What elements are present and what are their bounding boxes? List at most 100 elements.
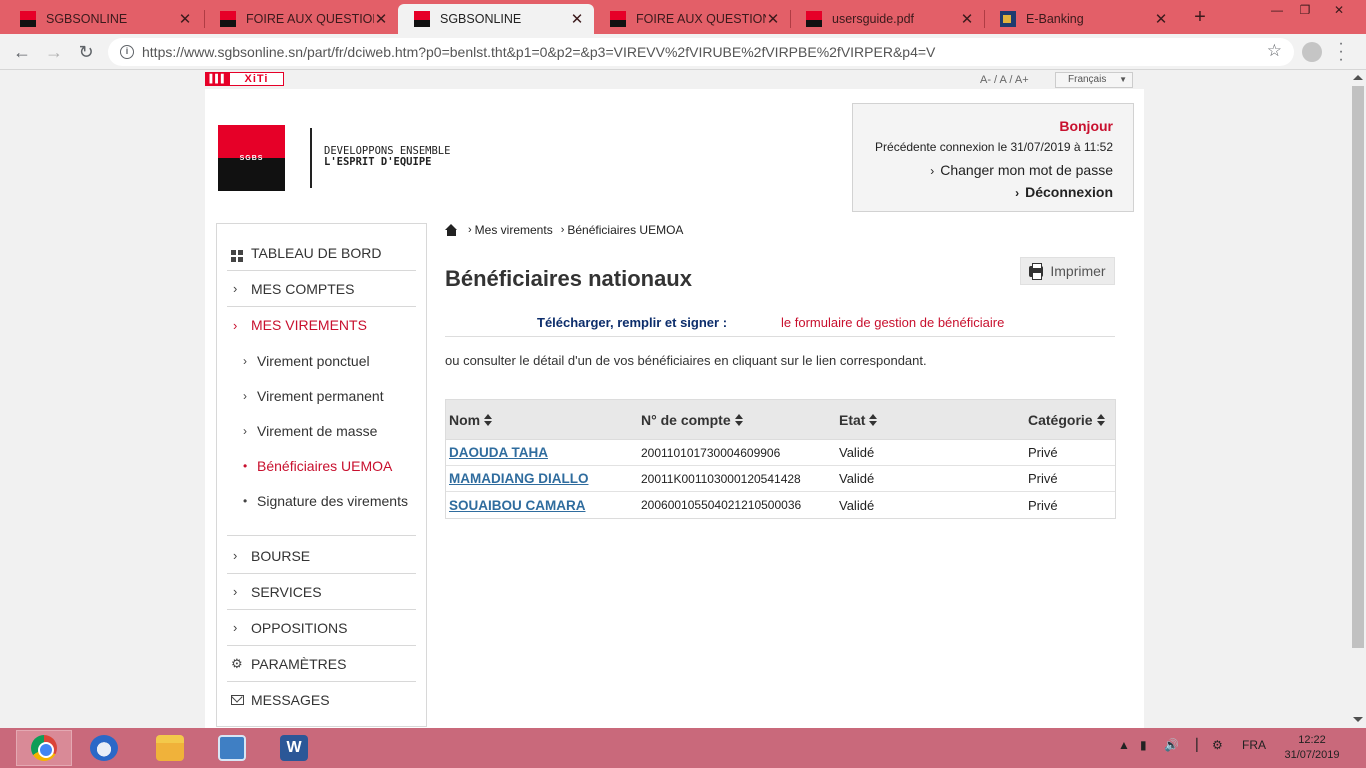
browser-tab[interactable]: FOIRE AUX QUESTIONS ✕ <box>204 4 398 34</box>
tab-title: FOIRE AUX QUESTIONS <box>246 12 374 26</box>
print-button[interactable]: Imprimer <box>1020 257 1115 285</box>
scrollbar-thumb[interactable] <box>1352 86 1364 648</box>
browser-tab[interactable]: usersguide.pdf ✕ <box>790 4 984 34</box>
sidebar-subitem-permanent-transfer[interactable]: › Virement permanent <box>243 378 413 413</box>
print-label: Imprimer <box>1050 263 1106 279</box>
sidebar-item-accounts[interactable]: › MES COMPTES <box>227 271 416 307</box>
new-tab-button[interactable]: + <box>1188 6 1212 28</box>
beneficiary-form-link[interactable]: le formulaire de gestion de bénéficiaire <box>781 315 1004 330</box>
signal-icon[interactable]: ▕ <box>1188 738 1197 752</box>
chevron-right-icon: › <box>468 224 472 236</box>
chevron-right-icon: › <box>233 281 238 296</box>
profile-avatar-icon[interactable] <box>1302 42 1322 62</box>
sidebar-subitem-label: Signature des virements <box>257 492 408 509</box>
close-tab-icon[interactable]: ✕ <box>1154 10 1168 28</box>
home-icon[interactable] <box>445 224 458 236</box>
bookmark-star-icon[interactable]: ☆ <box>1267 41 1282 61</box>
forward-arrow-icon[interactable]: → <box>42 40 66 64</box>
sort-icon <box>484 413 493 426</box>
sidebar-item-dashboard[interactable]: TABLEAU DE BORD <box>227 235 416 271</box>
sidebar-item-label: MESSAGES <box>251 692 330 708</box>
close-tab-icon[interactable]: ✕ <box>960 10 974 28</box>
bullet-icon: • <box>243 458 248 473</box>
breadcrumb-item[interactable]: Mes virements <box>475 223 553 237</box>
window-close-icon[interactable]: ✕ <box>1324 0 1354 20</box>
reload-icon[interactable]: ↻ <box>74 40 98 64</box>
back-arrow-icon[interactable]: ← <box>10 40 34 64</box>
battery-icon[interactable]: ▮ <box>1140 738 1147 752</box>
restore-icon[interactable]: ❐ <box>1290 0 1320 20</box>
tab-title: SGBSONLINE <box>440 12 522 26</box>
column-header-category[interactable]: Catégorie <box>1025 412 1115 428</box>
browser-tab[interactable]: E-Banking ✕ <box>984 4 1178 34</box>
bar-chart-icon: ▌▌▌ <box>206 73 230 85</box>
page-scrollbar[interactable] <box>1350 70 1366 728</box>
site-info-icon[interactable]: i <box>120 45 134 59</box>
sidebar-item-stock[interactable]: › BOURSE <box>227 538 416 574</box>
volume-icon[interactable]: 🔊 <box>1164 738 1179 752</box>
show-hidden-icons-icon[interactable]: ▲ <box>1118 738 1130 752</box>
welcome-box: Bonjour Précédente connexion le 31/07/20… <box>852 103 1134 212</box>
sidebar-item-oppositions[interactable]: › OPPOSITIONS <box>227 610 416 646</box>
sidebar-subitem-bulk-transfer[interactable]: › Virement de masse <box>243 413 413 448</box>
xiti-badge[interactable]: ▌▌▌ XiTi <box>205 72 284 86</box>
minimize-icon[interactable]: — <box>1262 0 1292 20</box>
intro-text: ou consulter le détail d'un de vos bénéf… <box>445 353 927 368</box>
breadcrumb-item[interactable]: Bénéficiaires UEMOA <box>567 223 683 237</box>
scroll-down-icon[interactable] <box>1353 717 1363 722</box>
chevron-right-icon: › <box>233 584 238 599</box>
close-tab-icon[interactable]: ✕ <box>374 10 388 28</box>
beneficiary-name-link[interactable]: MAMADIANG DIALLO <box>446 471 638 486</box>
taskbar-chrome[interactable] <box>16 730 72 766</box>
windows-taskbar: W ▲ ▮ 🔊 ▕ ⚙ FRA 12:22 31/07/2019 <box>0 728 1366 768</box>
brand-tagline: DEVELOPPONS ENSEMBLE L'ESPRIT D'EQUIPE <box>324 146 450 168</box>
notification-icon[interactable]: ⚙ <box>1212 738 1223 752</box>
sidebar-item-transfers[interactable]: › MES VIREMENTS <box>227 307 416 343</box>
beneficiary-name-link[interactable]: DAOUDA TAHA <box>446 445 638 460</box>
sgbs-logo[interactable]: SGBS <box>218 125 285 191</box>
change-password-link[interactable]: › Changer mon mot de passe <box>930 162 1113 178</box>
sidebar-subitem-beneficiaries[interactable]: • Bénéficiaires UEMOA <box>243 448 413 483</box>
system-clock[interactable]: 12:22 31/07/2019 <box>1280 733 1344 763</box>
download-form-row: Télécharger, remplir et signer : le form… <box>445 305 1115 337</box>
language-select[interactable]: Français ▼ <box>1055 72 1133 88</box>
column-header-name[interactable]: Nom <box>446 412 638 428</box>
page-viewport: ▌▌▌ XiTi A- / A / A+ Français ▼ SGBS DEV… <box>0 70 1366 728</box>
scroll-up-icon[interactable] <box>1353 75 1363 80</box>
sidebar-item-settings[interactable]: ⚙ PARAMÈTRES <box>227 646 416 682</box>
sidebar-subitem-signature[interactable]: • Signature des virements <box>243 483 413 518</box>
input-language[interactable]: FRA <box>1242 738 1266 752</box>
url-bar[interactable]: i https://www.sgbsonline.sn/part/fr/dciw… <box>108 38 1294 66</box>
beneficiary-name-link[interactable]: SOUAIBOU CAMARA <box>446 498 638 513</box>
tab-title: FOIRE AUX QUESTIONS <box>636 12 766 26</box>
column-header-label: Etat <box>839 411 866 428</box>
browser-tab[interactable]: FOIRE AUX QUESTIONS ✕ <box>594 4 790 34</box>
logo-red-block <box>218 125 285 158</box>
close-tab-icon[interactable]: ✕ <box>766 10 780 28</box>
taskbar-network-app[interactable] <box>204 730 260 766</box>
browser-tab[interactable]: SGBSONLINE ✕ <box>4 4 202 34</box>
envelope-icon <box>227 693 251 708</box>
column-header-status[interactable]: Etat <box>836 412 1025 428</box>
sidebar-item-services[interactable]: › SERVICES <box>227 574 416 610</box>
taskbar-file-explorer[interactable] <box>142 730 198 766</box>
logout-link[interactable]: › Déconnexion <box>1015 184 1113 200</box>
tagline-line2: L'ESPRIT D'EQUIPE <box>324 156 432 168</box>
font-size-controls[interactable]: A- / A / A+ <box>980 74 1029 86</box>
sidebar-item-messages[interactable]: MESSAGES <box>227 682 416 718</box>
change-password-label: Changer mon mot de passe <box>940 162 1113 178</box>
table-header: Nom N° de compte Etat Catégorie <box>446 400 1115 440</box>
sidebar-subitem-single-transfer[interactable]: › Virement ponctuel <box>243 343 413 378</box>
close-tab-icon[interactable]: ✕ <box>570 10 584 28</box>
browser-tab-active[interactable]: SGBSONLINE ✕ <box>398 4 594 34</box>
taskbar-thunderbird[interactable] <box>76 730 132 766</box>
column-header-account[interactable]: N° de compte <box>638 412 836 428</box>
download-instruction: Télécharger, remplir et signer : <box>537 315 728 330</box>
close-tab-icon[interactable]: ✕ <box>178 10 192 28</box>
category-cell: Privé <box>1028 471 1058 486</box>
taskbar-word[interactable]: W <box>266 730 322 766</box>
url-text[interactable]: https://www.sgbsonline.sn/part/fr/dciweb… <box>142 44 935 60</box>
sgbs-favicon-icon <box>414 11 430 27</box>
ebanking-favicon-icon <box>1000 11 1016 27</box>
browser-menu-icon[interactable]: · · · <box>1334 36 1348 68</box>
